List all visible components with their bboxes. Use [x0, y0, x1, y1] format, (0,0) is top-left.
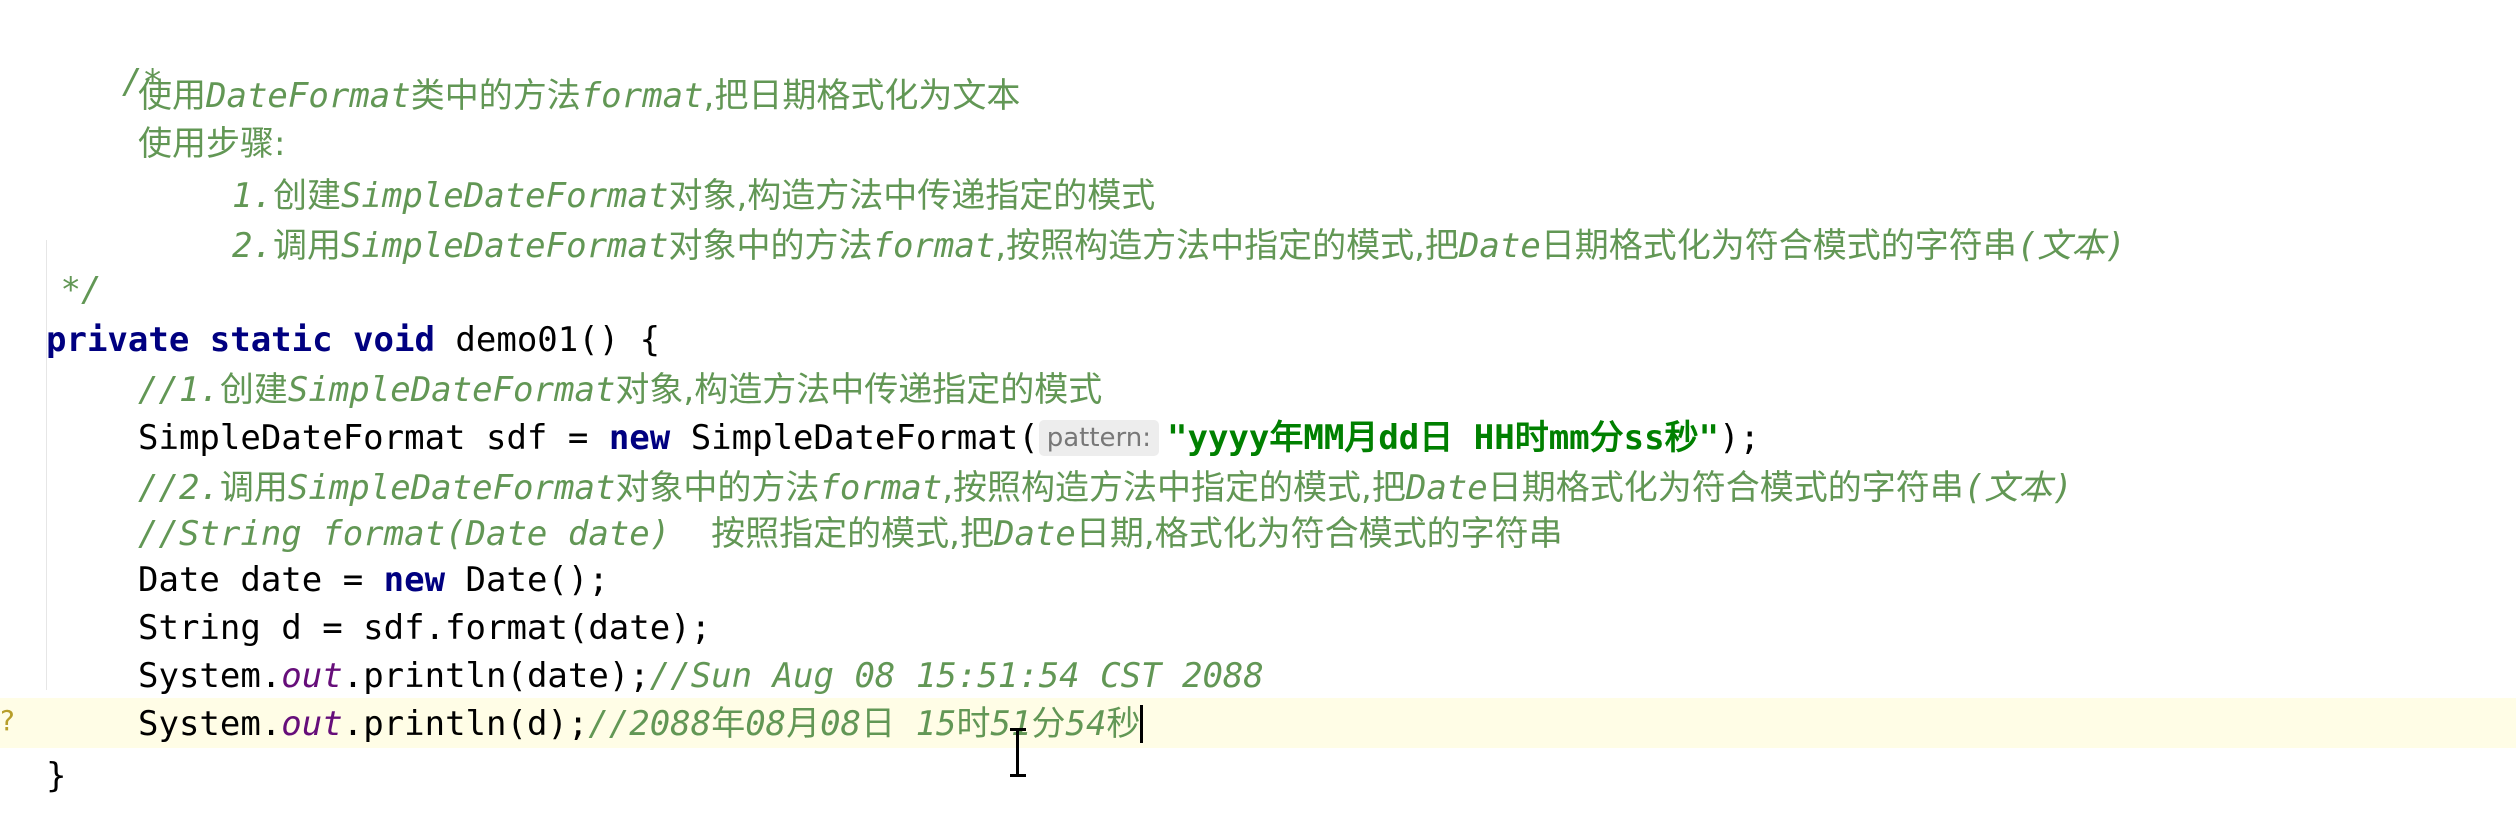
comment-open-line: /*	[40, 10, 163, 102]
sdf-declaration: SimpleDateFormat sdf = new SimpleDateFor…	[138, 418, 1761, 458]
code-editor[interactable]: ? /* 使用DateFormat类中的方法format,把日期格式化为文本 使…	[0, 0, 2516, 828]
parameter-hint: pattern:	[1038, 420, 1159, 456]
format-call: String d = sdf.format(date);	[138, 608, 712, 648]
intention-bulb-icon[interactable]: ?	[0, 704, 15, 738]
code-comment-1: //1.创建SimpleDateFormat对象,构造方法中传递指定的模式	[138, 370, 1103, 410]
modifier-keywords: private static void	[46, 320, 435, 360]
println-date: System.out.println(date);//Sun Aug 08 15…	[138, 656, 1264, 696]
comment-step-1: 1.创建SimpleDateFormat对象,构造方法中传递指定的模式	[232, 176, 1156, 216]
comment-close-line: */	[40, 270, 102, 310]
comment-line-2: 使用步骤:	[138, 124, 286, 164]
comment-step-2: 2.调用SimpleDateFormat对象中的方法format,按照构造方法中…	[232, 226, 2126, 266]
code-comment-2: //2.调用SimpleDateFormat对象中的方法format,按照构造方…	[138, 468, 2073, 508]
method-name: demo01() {	[434, 320, 661, 360]
comment-line-1: 使用DateFormat类中的方法format,把日期格式化为文本	[138, 76, 1021, 116]
text-caret	[1140, 705, 1144, 743]
println-d: System.out.println(d);//2088年08月08日 15时5…	[138, 700, 1144, 748]
date-declaration: Date date = new Date();	[138, 560, 609, 600]
closing-brace: }	[46, 756, 67, 796]
method-signature: private static void demo01() {	[46, 316, 660, 364]
text-cursor-icon	[1010, 726, 1026, 778]
code-comment-3: //String format(Date date) 按照指定的模式,把Date…	[138, 514, 1563, 554]
